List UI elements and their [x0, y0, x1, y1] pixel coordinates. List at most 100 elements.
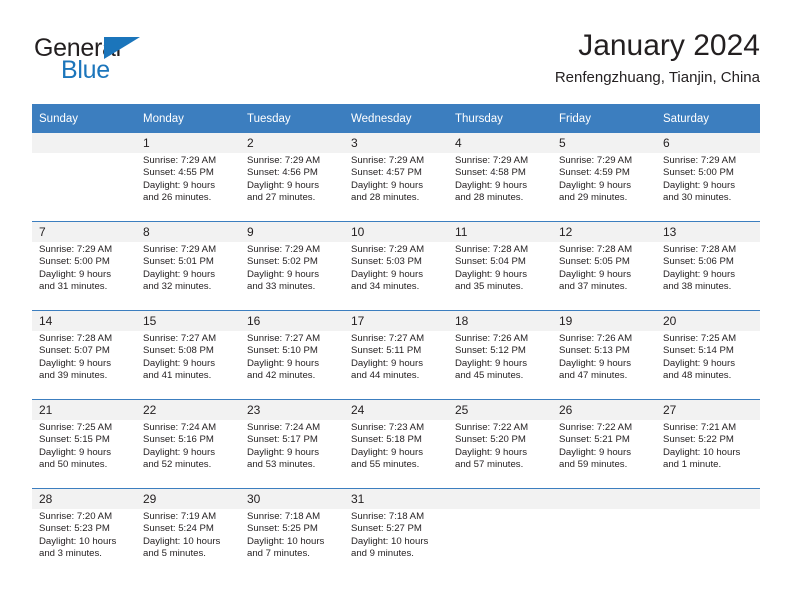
- day-number-cell[interactable]: 18: [448, 310, 552, 331]
- day-number-cell[interactable]: 27: [656, 399, 760, 420]
- day-detail-cell: Sunrise: 7:28 AM Sunset: 5:06 PM Dayligh…: [656, 242, 760, 311]
- day-number-cell[interactable]: 23: [240, 399, 344, 420]
- day-number-cell[interactable]: 20: [656, 310, 760, 331]
- sunrise-text: Sunrise: 7:29 AM: [351, 244, 425, 255]
- sunrise-text: Sunrise: 7:24 AM: [143, 422, 217, 433]
- day-number-cell[interactable]: 15: [136, 310, 240, 331]
- day-number-cell[interactable]: 22: [136, 399, 240, 420]
- day-detail-cell: Sunrise: 7:26 AM Sunset: 5:12 PM Dayligh…: [448, 331, 552, 400]
- day-number-cell[interactable]: 19: [552, 310, 656, 331]
- daylight-text-line2: and 3 minutes.: [39, 548, 102, 560]
- daylight-text-line1: Daylight: 9 hours: [247, 357, 319, 369]
- daylight-text-line2: and 47 minutes.: [559, 370, 628, 382]
- sunset-text: Sunset: 5:00 PM: [663, 167, 734, 179]
- day-detail-cell: Sunrise: 7:22 AM Sunset: 5:20 PM Dayligh…: [448, 420, 552, 489]
- day-number-cell[interactable]: 31: [344, 488, 448, 509]
- sunset-text: Sunset: 5:14 PM: [663, 345, 734, 357]
- day-number-cell[interactable]: 24: [344, 399, 448, 420]
- sunrise-text: Sunrise: 7:25 AM: [39, 422, 113, 433]
- day-detail-cell: Sunrise: 7:24 AM Sunset: 5:17 PM Dayligh…: [240, 420, 344, 489]
- day-detail-cell: Sunrise: 7:29 AM Sunset: 5:01 PM Dayligh…: [136, 242, 240, 311]
- day-number-cell[interactable]: 21: [32, 399, 136, 420]
- sunset-text: Sunset: 5:18 PM: [351, 434, 422, 446]
- calendar-table: Sunday Monday Tuesday Wednesday Thursday…: [32, 104, 760, 577]
- day-number-cell[interactable]: [656, 488, 760, 509]
- sunrise-text: Sunrise: 7:28 AM: [663, 244, 737, 255]
- day-number-cell[interactable]: 10: [344, 221, 448, 242]
- day-detail-cell: Sunrise: 7:28 AM Sunset: 5:05 PM Dayligh…: [552, 242, 656, 311]
- day-detail-cell: Sunrise: 7:22 AM Sunset: 5:21 PM Dayligh…: [552, 420, 656, 489]
- sunrise-text: Sunrise: 7:29 AM: [247, 244, 321, 255]
- day-detail-cell: [448, 509, 552, 577]
- daylight-text-line2: and 57 minutes.: [455, 459, 524, 471]
- daylight-text-line1: Daylight: 9 hours: [39, 268, 111, 280]
- day-number-cell[interactable]: 11: [448, 221, 552, 242]
- calendar-header-row: Sunday Monday Tuesday Wednesday Thursday…: [32, 104, 760, 133]
- sunrise-text: Sunrise: 7:23 AM: [351, 422, 425, 433]
- sunset-text: Sunset: 5:25 PM: [247, 523, 318, 535]
- weekday-header-monday: Monday: [136, 104, 240, 133]
- day-number-cell[interactable]: 14: [32, 310, 136, 331]
- daylight-text-line1: Daylight: 9 hours: [559, 268, 631, 280]
- day-number-cell[interactable]: 1: [136, 133, 240, 153]
- weekday-header-saturday: Saturday: [656, 104, 760, 133]
- sunset-text: Sunset: 5:08 PM: [143, 345, 214, 357]
- sunset-text: Sunset: 5:24 PM: [143, 523, 214, 535]
- daylight-text-line2: and 52 minutes.: [143, 459, 212, 471]
- sunset-text: Sunset: 5:23 PM: [39, 523, 110, 535]
- title-block: January 2024 Renfengzhuang, Tianjin, Chi…: [555, 28, 760, 89]
- day-number-cell[interactable]: [32, 133, 136, 153]
- sunset-text: Sunset: 5:10 PM: [247, 345, 318, 357]
- daylight-text-line1: Daylight: 9 hours: [559, 179, 631, 191]
- day-number-cell[interactable]: 4: [448, 133, 552, 153]
- day-number-cell[interactable]: 5: [552, 133, 656, 153]
- daylight-text-line1: Daylight: 10 hours: [247, 535, 325, 547]
- daylight-text-line2: and 7 minutes.: [247, 548, 310, 560]
- sunrise-text: Sunrise: 7:29 AM: [663, 155, 737, 166]
- day-number-cell[interactable]: 13: [656, 221, 760, 242]
- sunset-text: Sunset: 4:56 PM: [247, 167, 318, 179]
- daylight-text-line1: Daylight: 9 hours: [455, 179, 527, 191]
- generalblue-logo[interactable]: General Blue: [32, 34, 242, 94]
- sunrise-text: Sunrise: 7:29 AM: [247, 155, 321, 166]
- sunset-text: Sunset: 5:21 PM: [559, 434, 630, 446]
- day-detail-cell: Sunrise: 7:19 AM Sunset: 5:24 PM Dayligh…: [136, 509, 240, 577]
- day-number-cell[interactable]: 17: [344, 310, 448, 331]
- sunrise-text: Sunrise: 7:21 AM: [663, 422, 737, 433]
- day-number-cell[interactable]: 6: [656, 133, 760, 153]
- sunrise-text: Sunrise: 7:18 AM: [351, 511, 425, 522]
- day-number-cell[interactable]: 2: [240, 133, 344, 153]
- day-number-cell[interactable]: 12: [552, 221, 656, 242]
- day-detail-cell: Sunrise: 7:26 AM Sunset: 5:13 PM Dayligh…: [552, 331, 656, 400]
- daylight-text-line1: Daylight: 9 hours: [351, 179, 423, 191]
- daylight-text-line1: Daylight: 9 hours: [247, 268, 319, 280]
- day-detail-cell: [656, 509, 760, 577]
- day-number-cell[interactable]: 3: [344, 133, 448, 153]
- day-number-cell[interactable]: 7: [32, 221, 136, 242]
- day-number-cell[interactable]: 28: [32, 488, 136, 509]
- day-detail-cell: Sunrise: 7:28 AM Sunset: 5:07 PM Dayligh…: [32, 331, 136, 400]
- sunrise-text: Sunrise: 7:18 AM: [247, 511, 321, 522]
- day-detail-cell: Sunrise: 7:27 AM Sunset: 5:10 PM Dayligh…: [240, 331, 344, 400]
- weekday-header-wednesday: Wednesday: [344, 104, 448, 133]
- day-number-cell[interactable]: 9: [240, 221, 344, 242]
- sunrise-text: Sunrise: 7:25 AM: [663, 333, 737, 344]
- day-number-cell[interactable]: 16: [240, 310, 344, 331]
- day-number-cell[interactable]: 8: [136, 221, 240, 242]
- day-number-cell[interactable]: 26: [552, 399, 656, 420]
- week-3-details: Sunrise: 7:28 AM Sunset: 5:07 PM Dayligh…: [32, 331, 760, 400]
- week-5-details: Sunrise: 7:20 AM Sunset: 5:23 PM Dayligh…: [32, 509, 760, 577]
- day-number-cell[interactable]: 29: [136, 488, 240, 509]
- sunrise-text: Sunrise: 7:27 AM: [351, 333, 425, 344]
- sunrise-text: Sunrise: 7:27 AM: [143, 333, 217, 344]
- day-number-cell[interactable]: 25: [448, 399, 552, 420]
- day-number-cell[interactable]: [448, 488, 552, 509]
- daylight-text-line2: and 5 minutes.: [143, 548, 206, 560]
- week-1-details: Sunrise: 7:29 AM Sunset: 4:55 PM Dayligh…: [32, 153, 760, 222]
- day-number-cell[interactable]: 30: [240, 488, 344, 509]
- day-number-cell[interactable]: [552, 488, 656, 509]
- day-detail-cell: Sunrise: 7:29 AM Sunset: 4:56 PM Dayligh…: [240, 153, 344, 222]
- sunset-text: Sunset: 4:55 PM: [143, 167, 214, 179]
- sunrise-text: Sunrise: 7:26 AM: [455, 333, 529, 344]
- week-2-daynumbers: 7 8 9 10 11 12 13: [32, 221, 760, 242]
